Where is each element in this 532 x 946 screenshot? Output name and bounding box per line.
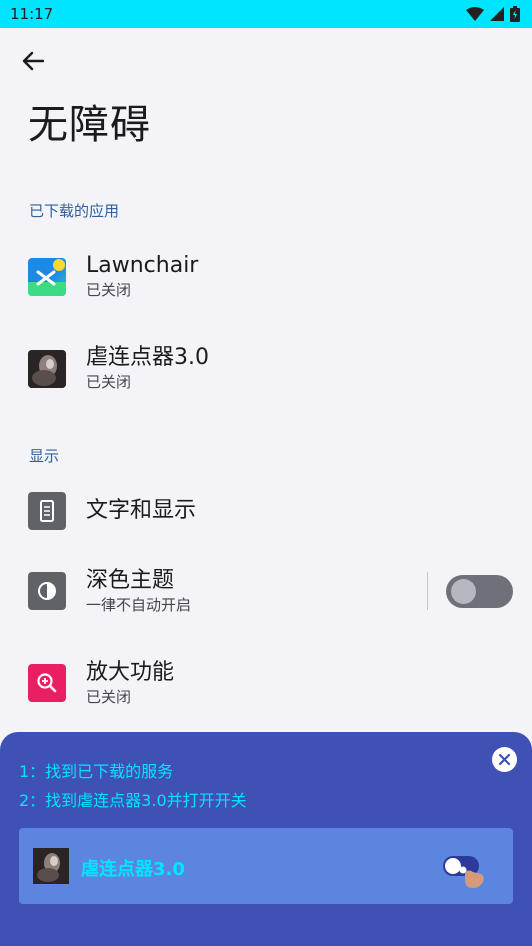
list-item-text-display[interactable]: 文字和显示 (0, 482, 532, 542)
close-icon (498, 753, 511, 766)
battery-icon (510, 6, 520, 22)
list-item-subtitle: 一律不自动开启 (86, 596, 192, 614)
list-item-subtitle: 已关闭 (86, 688, 132, 706)
pointing-hand-icon (459, 866, 484, 889)
signal-icon (490, 7, 504, 21)
close-guide-button[interactable] (492, 747, 517, 772)
magnify-icon (28, 664, 66, 702)
dark-theme-icon (28, 572, 66, 610)
list-item-subtitle: 已关闭 (86, 373, 132, 391)
list-item-subtitle: 已关闭 (86, 281, 132, 299)
toggle-divider (427, 572, 428, 610)
list-item-lawnchair[interactable]: Lawnchair 已关闭 (0, 238, 532, 318)
list-item-title: Lawnchair (86, 253, 199, 278)
guide-step-2: 2：找到虐连点器3.0并打开开关 (19, 791, 247, 810)
list-item-title: 深色主题 (86, 568, 175, 593)
list-item-title: 放大功能 (86, 660, 175, 685)
dark-theme-toggle[interactable] (446, 575, 513, 608)
list-item-magnification[interactable]: 放大功能 已关闭 (0, 650, 532, 718)
status-time: 11:17 (10, 5, 54, 23)
arrow-left-icon (22, 51, 44, 71)
toggle-knob (451, 579, 476, 604)
list-item-title: 文字和显示 (86, 498, 197, 523)
guide-card-label: 虐连点器3.0 (81, 859, 185, 880)
guide-demo-card: 虐连点器3.0 (19, 828, 513, 904)
text-display-icon (28, 492, 66, 530)
page-title: 无障碍 (28, 102, 151, 148)
back-button[interactable] (18, 46, 48, 76)
status-bar: 11:17 (0, 0, 532, 28)
app-thumbnail (33, 848, 69, 884)
section-display: 显示 (29, 447, 60, 465)
list-item-title: 虐连点器3.0 (86, 345, 209, 370)
list-item-clicker-app[interactable]: 虐连点器3.0 已关闭 (0, 330, 532, 410)
section-downloaded-apps: 已下载的应用 (29, 202, 120, 220)
wifi-icon (466, 7, 484, 21)
app-thumbnail (28, 350, 66, 388)
status-icons (466, 6, 520, 22)
guide-step-1: 1：找到已下载的服务 (19, 762, 174, 781)
lawnchair-icon (28, 258, 66, 296)
